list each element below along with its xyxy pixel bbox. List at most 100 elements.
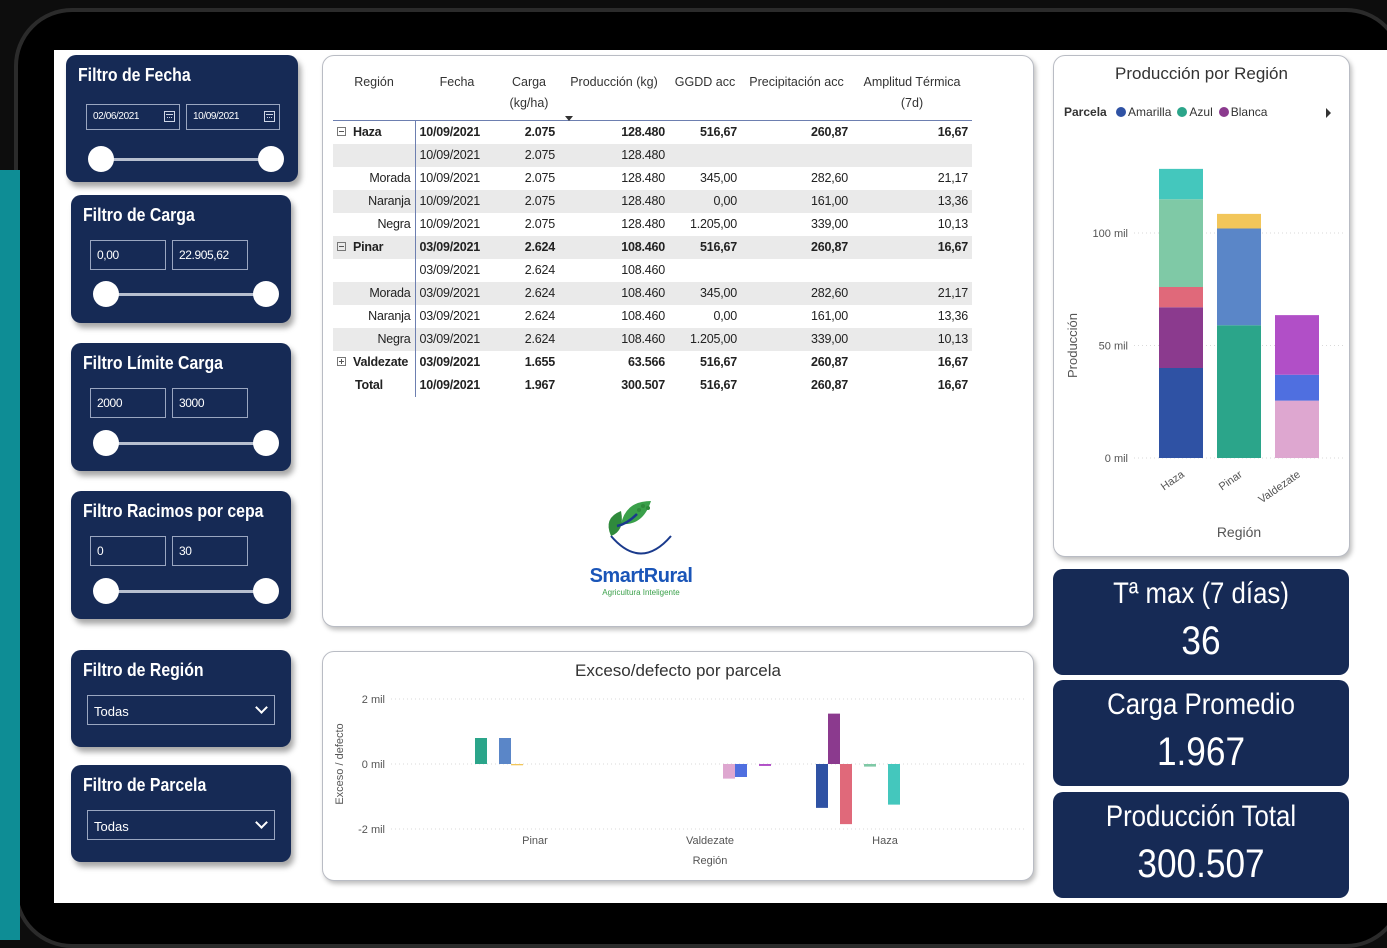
kpi-total-production: Producción Total 300.507 bbox=[1053, 792, 1349, 898]
cell-carga: 2.624 bbox=[499, 305, 559, 328]
collapse-icon[interactable] bbox=[337, 127, 346, 137]
col-header-region[interactable]: Región bbox=[333, 70, 415, 121]
region-dropdown[interactable]: Todas bbox=[87, 695, 275, 725]
bar-segment[interactable] bbox=[1275, 315, 1319, 375]
load-slider-track[interactable] bbox=[106, 293, 266, 296]
cell-value: 03/09/2021 bbox=[419, 332, 481, 346]
bar-segment[interactable] bbox=[1159, 199, 1203, 287]
collapse-icon[interactable] bbox=[337, 242, 346, 251]
clusters-slider-min-handle[interactable] bbox=[93, 578, 119, 604]
bar-segment[interactable] bbox=[1217, 325, 1261, 458]
limit-slider-max-handle[interactable] bbox=[253, 430, 279, 456]
expand-icon[interactable] bbox=[337, 357, 346, 366]
cell-carga: 2.075 bbox=[499, 189, 559, 213]
col-header-load[interactable]: Carga (kg/ha) bbox=[499, 70, 559, 121]
cell-precip bbox=[741, 259, 852, 282]
bar[interactable] bbox=[816, 764, 828, 808]
start-date-input[interactable]: 02/06/2021 bbox=[86, 104, 180, 130]
cell-ggdd: 1.205,00 bbox=[669, 213, 741, 236]
production-by-region-panel: Producción por Región Parcela Amarilla Az… bbox=[1053, 55, 1350, 557]
end-date-value: 10/09/2021 bbox=[193, 111, 240, 122]
bar-segment[interactable] bbox=[1275, 374, 1319, 401]
limit-slider-min-handle[interactable] bbox=[93, 430, 119, 456]
limit-min-value: 2000 bbox=[97, 396, 123, 410]
clusters-min-input[interactable]: 0 bbox=[90, 536, 166, 566]
cell-value: 128.480 bbox=[621, 194, 665, 208]
col-header-production[interactable]: Producción (kg) bbox=[559, 70, 669, 121]
cell-value: 108.460 bbox=[621, 263, 665, 277]
chevron-down-icon bbox=[255, 701, 268, 714]
cell-value: 108.460 bbox=[621, 286, 665, 300]
y-tick-label: -2 mil bbox=[358, 824, 385, 836]
cell-value: 128.480 bbox=[621, 148, 665, 162]
load-filter-card: Filtro de Carga 0,00 22.905,62 bbox=[71, 195, 291, 323]
load-slider-max-handle[interactable] bbox=[253, 281, 279, 307]
cell-prod: 128.480 bbox=[559, 189, 669, 213]
group-row[interactable]: Pinar 03/09/2021 2.624 108.460 516,67 260,87 1… bbox=[333, 235, 972, 259]
bar-segment[interactable] bbox=[1275, 400, 1319, 458]
cell-value: 03/09/2021 bbox=[419, 240, 481, 254]
cell-value: 108.460 bbox=[621, 309, 665, 323]
cell-ggdd: 345,00 bbox=[669, 167, 741, 190]
bar-segment[interactable] bbox=[1159, 168, 1203, 200]
end-date-input[interactable]: 10/09/2021 bbox=[186, 104, 280, 130]
kpi-production-label: Producción Total bbox=[1105, 800, 1297, 833]
clusters-slider-max-handle[interactable] bbox=[253, 578, 279, 604]
bar[interactable] bbox=[888, 764, 900, 805]
bar[interactable] bbox=[511, 764, 523, 766]
bar[interactable] bbox=[828, 713, 840, 764]
bar[interactable] bbox=[499, 738, 511, 764]
col-header-precip[interactable]: Precipitación acc bbox=[741, 70, 852, 121]
col-header-ggdd[interactable]: GGDD acc bbox=[669, 70, 741, 121]
cell-value: 516,67 bbox=[699, 355, 737, 369]
cell-precip: 161,00 bbox=[741, 305, 852, 328]
load-max-input[interactable]: 22.905,62 bbox=[172, 240, 248, 270]
plot-selected-value: Todas bbox=[94, 819, 129, 834]
cell-prod: 128.480 bbox=[559, 121, 669, 144]
cell-ggdd: 1.205,00 bbox=[669, 327, 741, 351]
cell-value: 2.624 bbox=[524, 263, 555, 277]
date-slider-start-handle[interactable] bbox=[88, 146, 114, 172]
bar-segment[interactable] bbox=[1217, 213, 1261, 229]
clusters-max-input[interactable]: 30 bbox=[172, 536, 248, 566]
date-filter-card: Filtro de Fecha 02/06/2021 10/09/2021 bbox=[66, 55, 298, 182]
bar-segment[interactable] bbox=[1159, 287, 1203, 308]
limit-slider-track[interactable] bbox=[106, 442, 266, 445]
load-slider-min-handle[interactable] bbox=[93, 281, 119, 307]
calendar-icon[interactable] bbox=[164, 111, 175, 122]
limit-max-input[interactable]: 3000 bbox=[172, 388, 248, 418]
cell-value: Morada bbox=[369, 171, 411, 185]
bar[interactable] bbox=[735, 764, 747, 777]
bar-segment[interactable] bbox=[1159, 307, 1203, 368]
limit-min-input[interactable]: 2000 bbox=[90, 388, 166, 418]
group-row[interactable]: Haza 10/09/2021 2.075 128.480 516,67 260,87 16… bbox=[333, 120, 972, 144]
cell-fecha: 03/09/2021 bbox=[414, 304, 499, 328]
matrix-panel: Región Fecha Carga (kg/ha) Producción (k… bbox=[322, 55, 1034, 627]
plot-dropdown[interactable]: Todas bbox=[87, 810, 275, 840]
cell-value: 2.075 bbox=[524, 148, 555, 162]
bar[interactable] bbox=[840, 764, 852, 825]
x-tick-label: Pinar bbox=[522, 835, 548, 847]
bar[interactable] bbox=[475, 738, 487, 764]
bar[interactable] bbox=[759, 764, 771, 766]
sort-desc-icon[interactable] bbox=[565, 116, 573, 121]
col-header-amplitude[interactable]: Amplitud Térmica (7d) bbox=[852, 70, 972, 121]
col-header-date[interactable]: Fecha bbox=[415, 70, 499, 121]
date-slider-end-handle[interactable] bbox=[258, 146, 284, 172]
cell-region: Pinar bbox=[333, 235, 415, 259]
group-row[interactable]: Valdezate 03/09/2021 1.655 63.566 516,67 260,… bbox=[333, 350, 972, 374]
bar[interactable] bbox=[723, 764, 735, 779]
cell-value: 16,67 bbox=[937, 378, 968, 392]
bar-segment[interactable] bbox=[1217, 228, 1261, 326]
load-min-input[interactable]: 0,00 bbox=[90, 240, 166, 270]
y-tick-label: 0 mil bbox=[1105, 453, 1128, 465]
cell-prod: 108.460 bbox=[559, 305, 669, 328]
cell-amp: 16,67 bbox=[852, 351, 972, 374]
chart-title: Exceso/defecto por parcela bbox=[574, 661, 781, 680]
calendar-icon[interactable] bbox=[264, 111, 275, 122]
bar-segment[interactable] bbox=[1159, 368, 1203, 458]
date-slider-track[interactable] bbox=[101, 158, 271, 161]
clusters-slider-track[interactable] bbox=[106, 590, 266, 593]
bar[interactable] bbox=[864, 764, 876, 767]
cell-value: 282,60 bbox=[810, 171, 848, 185]
